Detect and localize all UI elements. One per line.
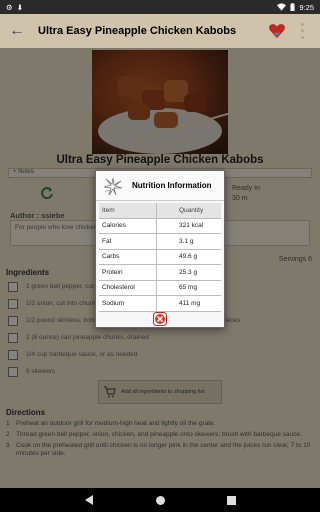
table-row: Protein 25.3 g — [99, 265, 221, 281]
nutrition-dialog: Nutrition Information Item Quantity Calo… — [95, 170, 225, 328]
dialog-header: Nutrition Information — [96, 171, 224, 201]
table-row: Fat 3.1 g — [99, 234, 221, 250]
nav-recents-icon[interactable] — [226, 495, 236, 505]
table-row: Sodium 411 mg — [99, 296, 221, 312]
battery-icon — [290, 3, 295, 11]
heart-icon[interactable] — [268, 22, 286, 40]
table-row: Carbs 49.6 g — [99, 249, 221, 265]
app-bar: ← Ultra Easy Pineapple Chicken Kabobs — [0, 14, 320, 48]
recipe-logo-icon — [103, 177, 123, 195]
status-bar: ⚙ ⬇ 9:25 — [0, 0, 320, 14]
close-icon[interactable] — [153, 312, 167, 326]
system-nav-bar — [0, 488, 320, 512]
dialog-title: Nutrition Information — [132, 181, 212, 190]
back-button[interactable]: ← — [6, 20, 28, 42]
settings-icon: ⚙ — [6, 2, 13, 12]
nutrition-table: Item Quantity Calories 321 kcal Fat 3.1 g … — [99, 203, 221, 312]
back-arrow-icon: ← — [9, 22, 25, 39]
table-row: Calories 321 kcal — [99, 218, 221, 234]
nav-home-icon[interactable] — [155, 495, 165, 505]
status-time: 9:25 — [299, 2, 314, 12]
overflow-menu-button[interactable] — [294, 21, 310, 41]
table-header: Item Quantity — [99, 203, 221, 219]
app-bar-title: Ultra Easy Pineapple Chicken Kabobs — [38, 25, 237, 37]
nav-back-icon[interactable] — [84, 495, 94, 505]
table-row: Cholesterol 65 mg — [99, 280, 221, 296]
wifi-icon — [277, 3, 287, 11]
download-icon: ⬇ — [16, 2, 24, 12]
